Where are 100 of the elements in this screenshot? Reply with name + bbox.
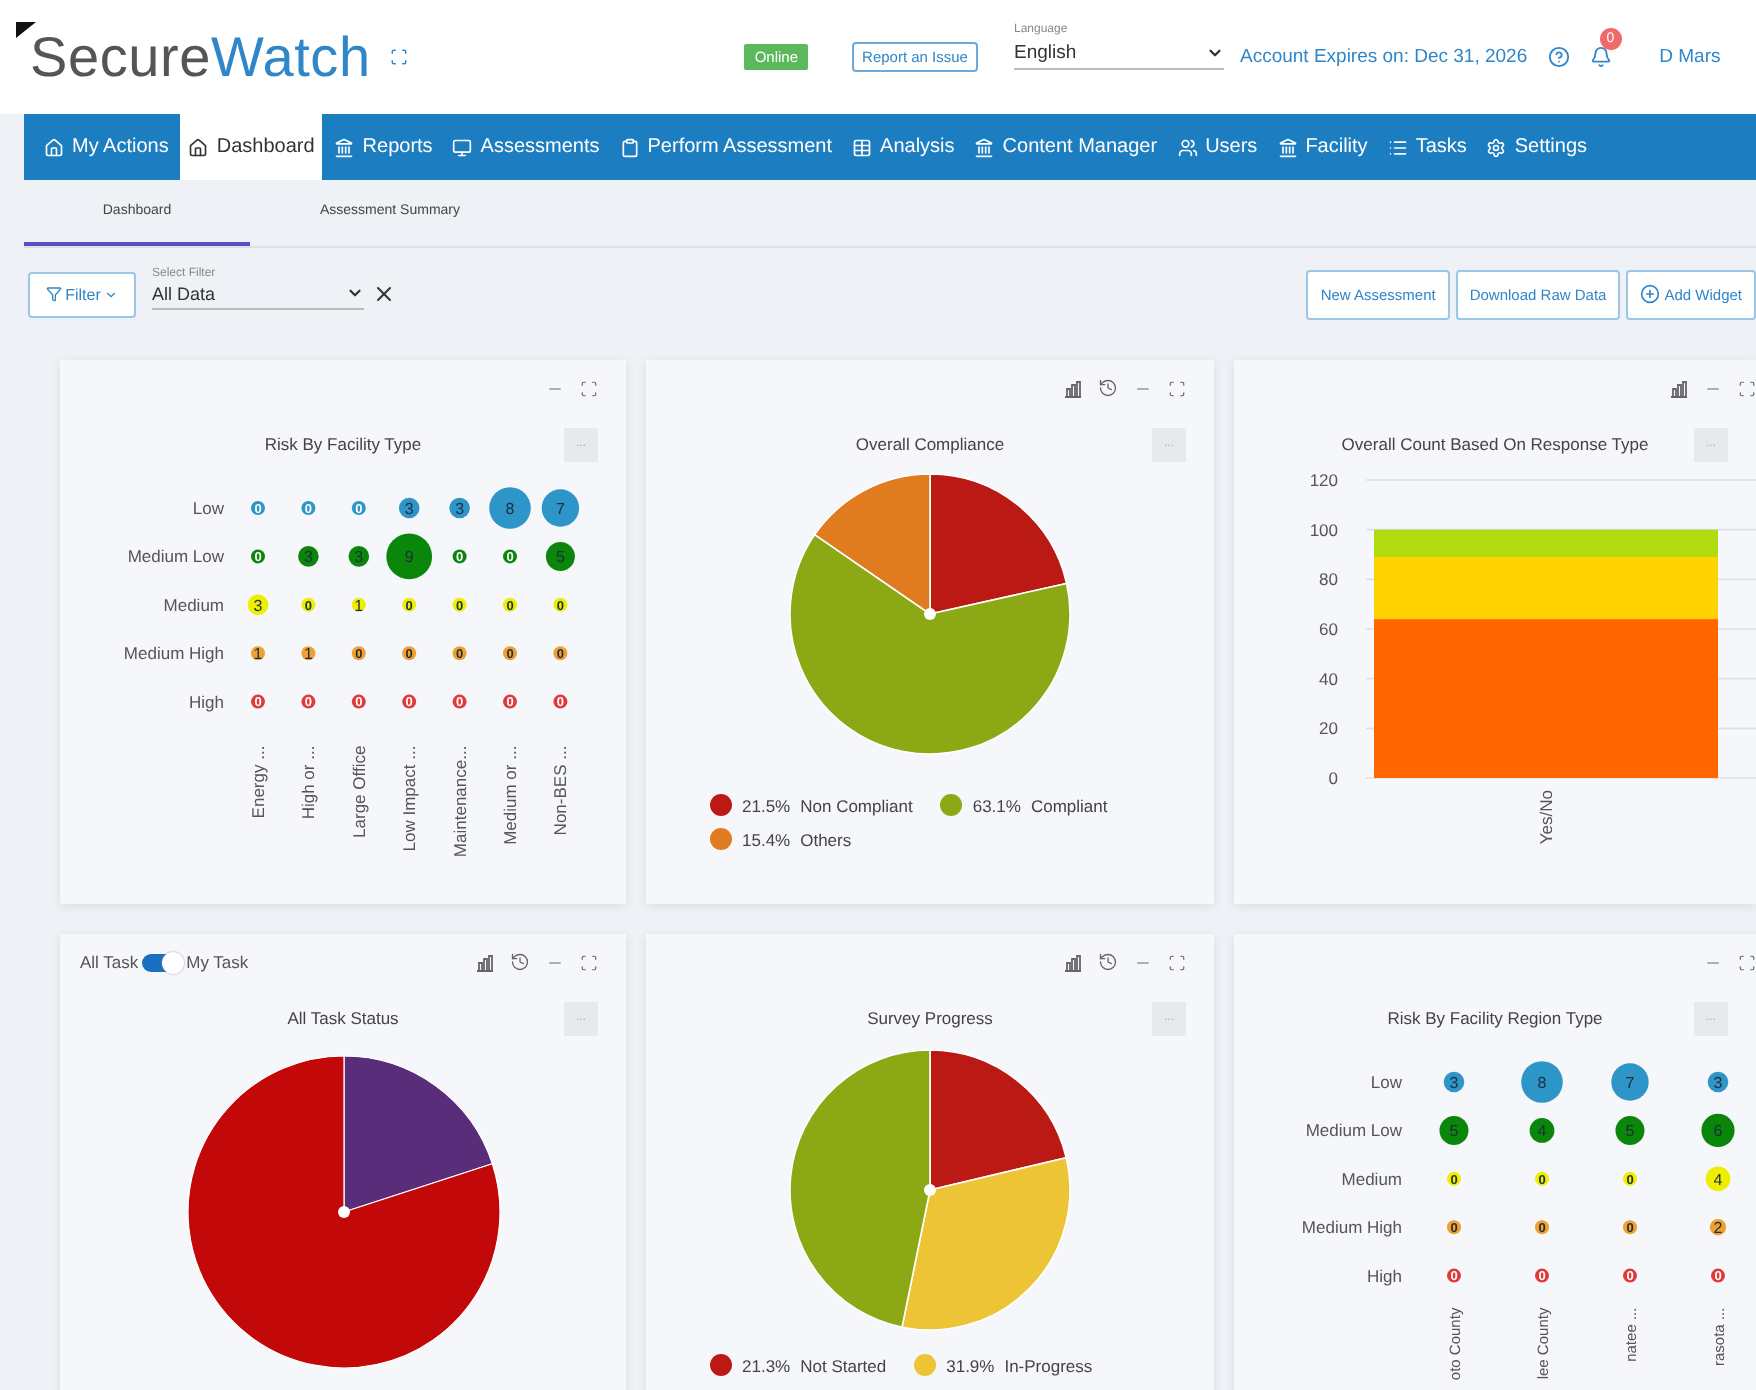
bubble-value: 3 [1449, 1074, 1459, 1092]
app-logo: SecureWatch [30, 25, 371, 89]
bubble-value: 1 [253, 645, 263, 664]
pie-center-dot [924, 1184, 936, 1196]
bar-chart-icon[interactable] [1670, 379, 1688, 397]
building-icon [334, 137, 355, 157]
bubble-value: 6 [1713, 1122, 1723, 1141]
row-label: High [1367, 1265, 1402, 1286]
bubble-value: 5 [1625, 1122, 1635, 1141]
bubble-value: 8 [505, 500, 515, 518]
legend-value: 15.4% [742, 829, 791, 849]
bubble-value: 3 [455, 500, 465, 518]
user-name[interactable]: D Mars [1659, 46, 1721, 68]
bubble-value: 7 [1625, 1074, 1635, 1092]
row-label: Medium Low [127, 546, 224, 567]
legend-label: In-Progress [1004, 1355, 1093, 1375]
bell-icon[interactable] [1589, 46, 1612, 68]
bubble-value: 3 [303, 548, 313, 567]
nav-item[interactable]: Facility [1269, 114, 1376, 180]
column-label: Non-BES ... [550, 745, 571, 836]
nav-item[interactable]: Users [1169, 114, 1266, 180]
monitor-icon [452, 137, 473, 157]
expand-icon[interactable] [1168, 379, 1186, 397]
row-label: Medium Low [1305, 1120, 1402, 1141]
widget-title: Overall Count Based On Response Type [1341, 434, 1649, 454]
bubble-value: 3 [253, 596, 263, 615]
nav-item[interactable]: Tasks [1379, 114, 1475, 180]
row-label: Medium High [1301, 1217, 1402, 1238]
widget-title: Overall Compliance [855, 434, 1005, 454]
refresh-icon[interactable] [510, 952, 530, 972]
toggle-label: All Task [80, 952, 139, 972]
legend-value: 63.1% [972, 795, 1021, 815]
expand-icon[interactable] [1738, 379, 1756, 397]
bubble-value: 8 [1537, 1074, 1547, 1092]
nav-item[interactable]: Settings [1478, 114, 1596, 180]
language-select[interactable]: English [1013, 36, 1224, 70]
expand-icon[interactable] [1738, 953, 1756, 971]
axis-tick-label: 100 [1309, 519, 1338, 540]
bar-chart-icon[interactable] [476, 953, 494, 971]
row-label: Medium [163, 594, 224, 615]
expand-icon[interactable] [1168, 953, 1186, 971]
bubble-value: 5 [555, 548, 565, 567]
expand-icon[interactable] [580, 953, 598, 971]
row-label: Medium [1341, 1168, 1402, 1189]
bubble-value: 4 [1537, 1122, 1547, 1141]
bubble-value: 4 [1713, 1170, 1723, 1189]
toggle-label: My Task [186, 952, 249, 972]
axis-tick-label: 40 [1319, 668, 1338, 689]
filter-select[interactable]: All Data [152, 279, 364, 309]
bubble-value: 3 [354, 548, 364, 567]
nav-item[interactable]: Content Manager [966, 114, 1166, 180]
toggle-switch[interactable] [142, 953, 183, 971]
category-label: Yes/No [1536, 790, 1556, 845]
axis-tick-label: 120 [1309, 472, 1338, 490]
row-label: Low [192, 498, 224, 518]
legend-label: Not Started [800, 1355, 887, 1375]
column-label: Large Office [348, 745, 369, 838]
filter-icon [45, 286, 62, 302]
caret-icon [104, 287, 119, 301]
legend-value: 31.9% [946, 1355, 995, 1375]
widget-title: Risk By Facility Region Type [1387, 1008, 1603, 1028]
help-icon[interactable] [1547, 46, 1570, 68]
pie-center-dot [924, 608, 936, 620]
row-label: Low [1370, 1072, 1402, 1092]
bubble-value: 1 [354, 596, 364, 615]
table-icon [852, 137, 873, 157]
axis-tick-label: 20 [1319, 718, 1338, 739]
account-expiry-text: Account Expires on: Dec 31, 2026 [1239, 46, 1528, 68]
axis-tick-label: 80 [1319, 569, 1338, 590]
expand-icon[interactable] [390, 48, 409, 66]
expand-icon[interactable] [580, 379, 598, 397]
bubble-value: 2 [1713, 1219, 1723, 1238]
column-label: Maintenance... [449, 745, 470, 858]
bar-chart-icon[interactable] [1064, 379, 1082, 397]
filter-button[interactable]: Filter [28, 271, 136, 317]
nav-item[interactable]: Dashboard [180, 114, 323, 180]
widget-title: Risk By Facility Type [264, 434, 422, 454]
legend-label: Compliant [1030, 795, 1108, 815]
bubble-value: 7 [555, 500, 565, 518]
nav-item[interactable]: Analysis [844, 114, 963, 180]
widget-title: Survey Progress [867, 1008, 993, 1028]
bar-chart-icon[interactable] [1064, 953, 1082, 971]
legend-value: 21.5% [742, 795, 791, 815]
axis-tick-label: 60 [1319, 619, 1338, 639]
caret-icon [346, 284, 364, 302]
column-label: Medium or ... [500, 745, 520, 845]
nav-item[interactable]: Assessments [444, 114, 608, 180]
legend-label: Non Compliant [800, 795, 913, 815]
settings-icon [1486, 137, 1507, 157]
nav-item[interactable]: Perform Assessment [611, 114, 841, 180]
legend-value: 21.3% [742, 1355, 791, 1375]
nav-item[interactable]: My Actions [36, 114, 177, 180]
clear-icon[interactable] [372, 282, 396, 306]
column-label: High or ... [298, 745, 319, 820]
refresh-icon[interactable] [1098, 378, 1118, 398]
nav-item[interactable]: Reports [326, 114, 441, 180]
building-icon [974, 137, 995, 157]
refresh-icon[interactable] [1098, 952, 1118, 972]
bubble-value: 9 [404, 548, 414, 567]
bubble-value: 1 [303, 645, 313, 664]
